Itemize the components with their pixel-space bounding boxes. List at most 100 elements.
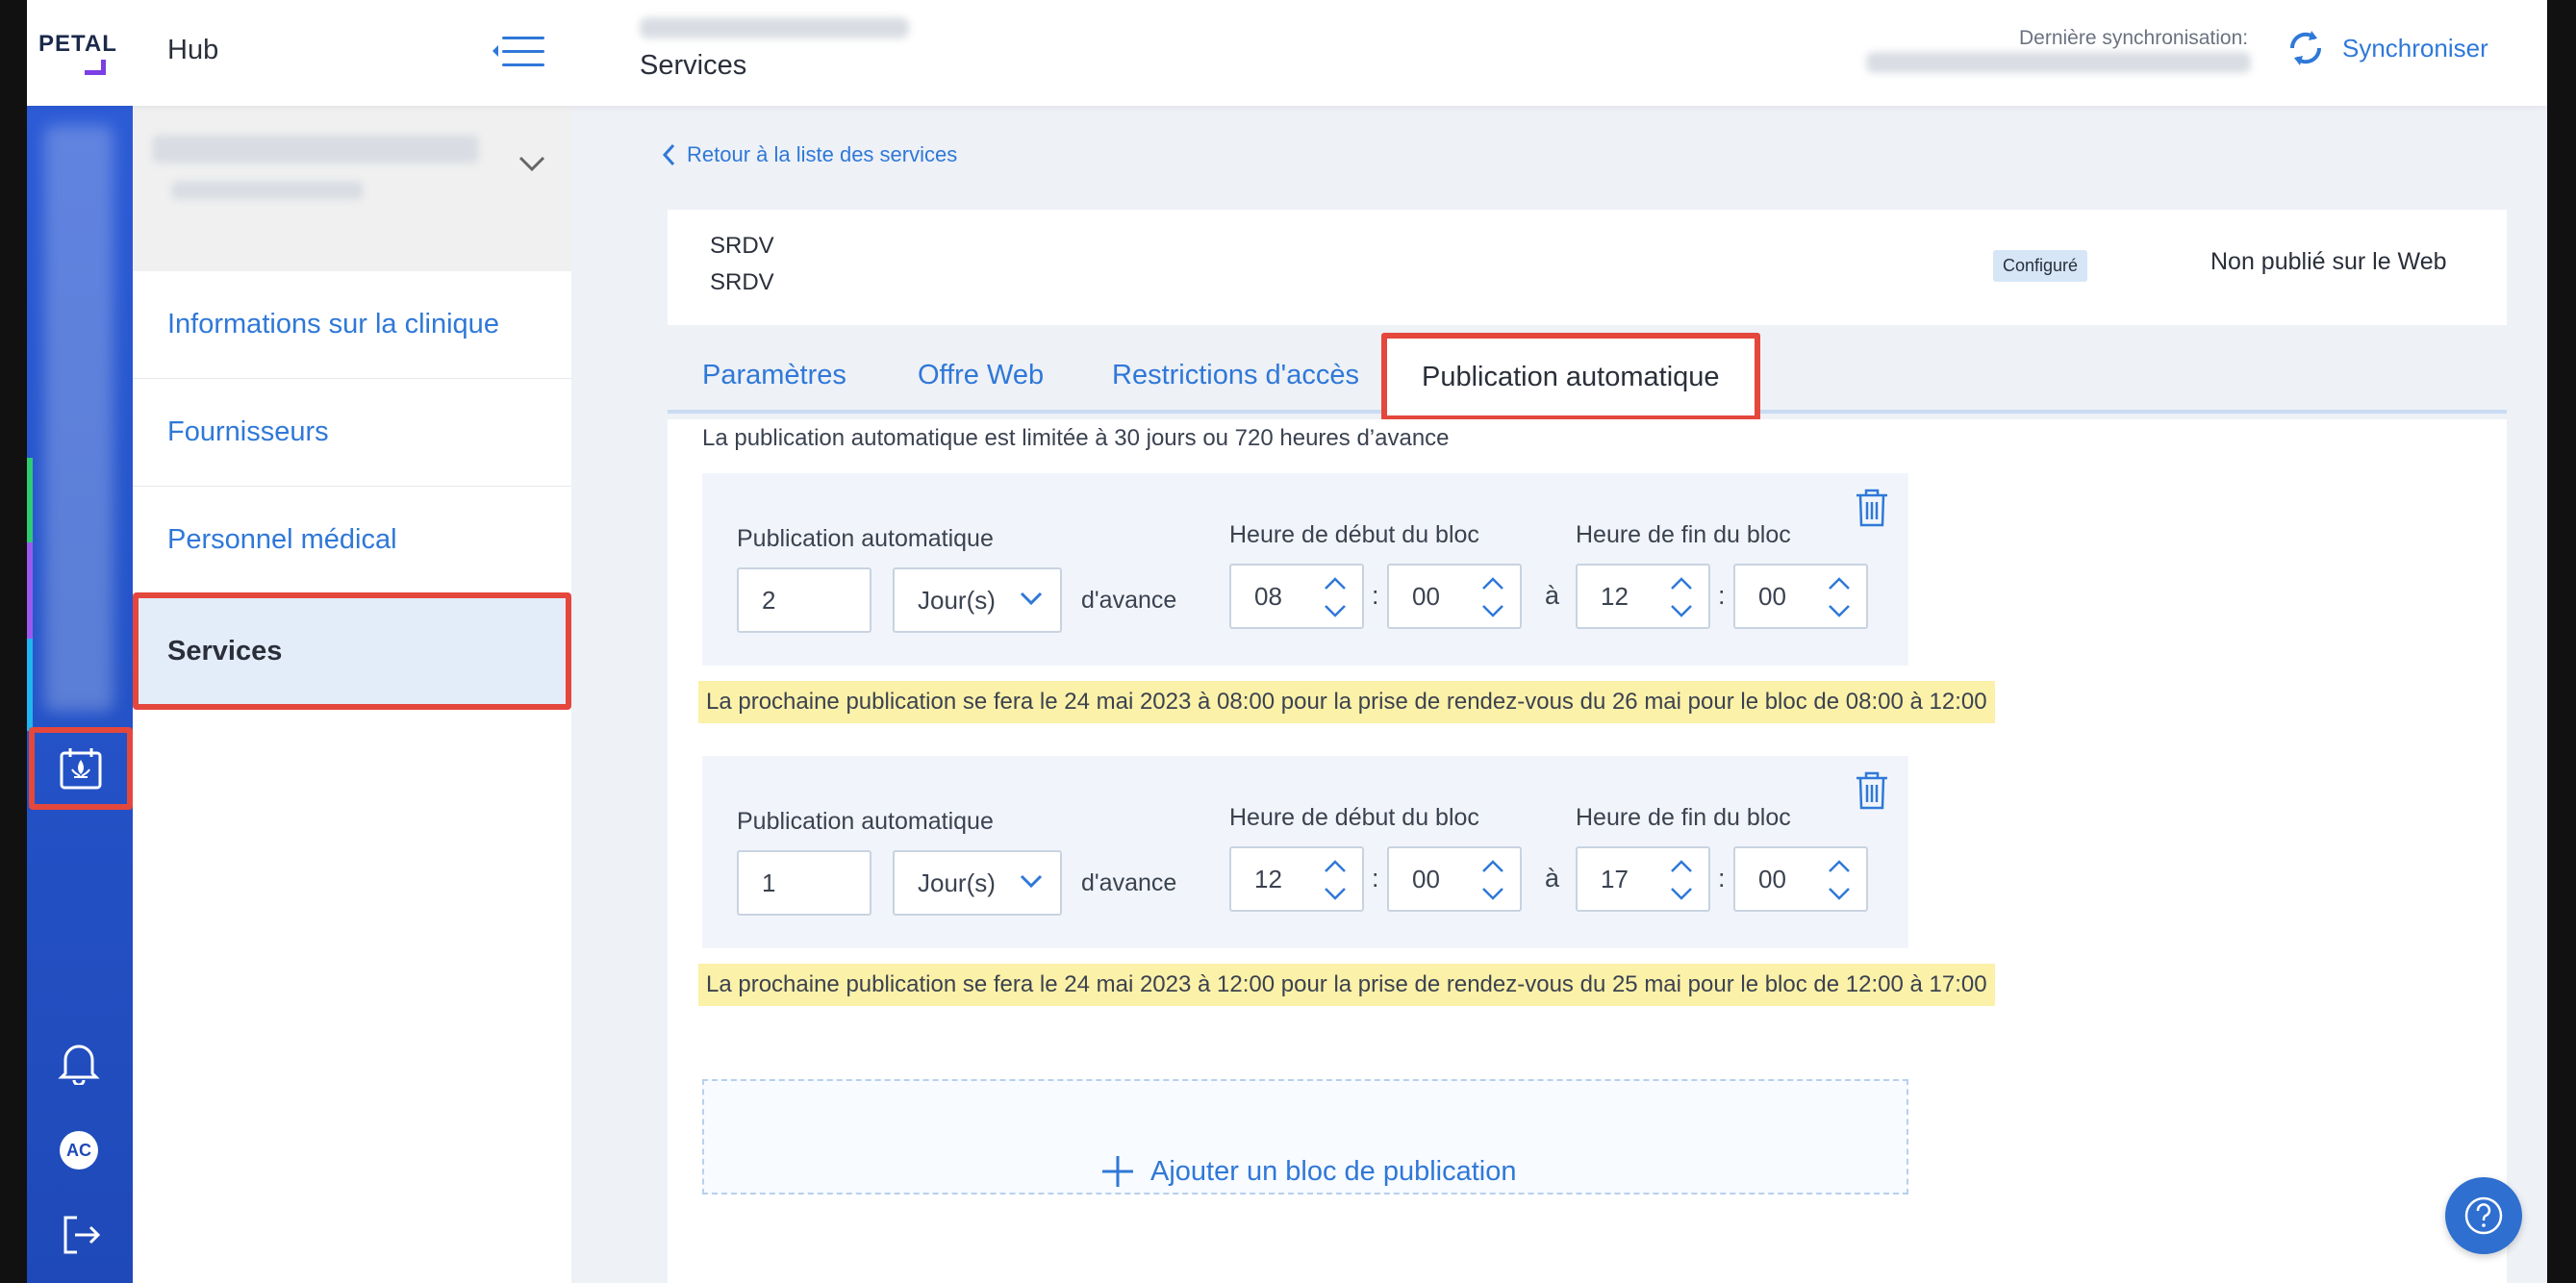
web-status: Non publié sur le Web — [2210, 248, 2447, 275]
petal-logo[interactable]: PETAL — [38, 31, 135, 79]
start-hour-input[interactable]: 08 — [1229, 564, 1364, 629]
start-minute-input[interactable]: 00 — [1387, 564, 1522, 629]
logo-mark-icon — [85, 60, 106, 75]
spinner-icon[interactable] — [1479, 573, 1506, 621]
sidebar-item-medical-staff[interactable]: Personnel médical — [133, 487, 571, 594]
tab-offre-web[interactable]: Offre Web — [918, 337, 1044, 414]
spinner-icon[interactable] — [1479, 856, 1506, 904]
to-label: à — [1545, 581, 1560, 610]
bell-icon[interactable] — [58, 1039, 100, 1090]
advance-input[interactable]: 1 — [737, 850, 871, 916]
chevron-down-icon — [1020, 874, 1043, 889]
end-minute-value: 00 — [1758, 581, 1786, 611]
main-content: Retour à la liste des services SRDV SRDV… — [571, 106, 2547, 1283]
sync-time-blurred — [1866, 52, 2251, 73]
tab-bar: Paramètres Offre Web Restrictions d'accè… — [668, 333, 2507, 421]
back-link[interactable]: Retour à la liste des services — [662, 142, 957, 167]
help-button[interactable] — [2445, 1177, 2522, 1254]
end-label: Heure de fin du bloc — [1576, 521, 1791, 548]
hub-label: Hub — [167, 35, 219, 65]
help-icon — [2464, 1196, 2503, 1235]
rail-accent-purple — [27, 542, 33, 639]
time-colon: : — [1372, 581, 1379, 610]
start-minute-value: 00 — [1412, 581, 1440, 611]
spinner-icon[interactable] — [1322, 856, 1349, 904]
plus-icon — [1102, 1156, 1133, 1187]
calendar-fleur-icon — [60, 748, 102, 790]
service-card: SRDV SRDV Configuré Non publié sur le We… — [668, 210, 2507, 325]
unit-select[interactable]: Jour(s) — [893, 850, 1062, 916]
spinner-icon[interactable] — [1668, 573, 1695, 621]
advance-input[interactable]: 2 — [737, 567, 871, 633]
sync-label: Dernière synchronisation: — [2019, 27, 2249, 49]
start-label: Heure de début du bloc — [1229, 521, 1479, 548]
sidebar-item-services[interactable]: Services — [133, 592, 571, 710]
end-hour-value: 12 — [1601, 581, 1629, 611]
start-minute-value: 00 — [1412, 864, 1440, 893]
chevron-left-icon — [662, 143, 675, 166]
time-colon: : — [1372, 864, 1379, 893]
left-rail: AC — [27, 106, 133, 1283]
start-label: Heure de début du bloc — [1229, 804, 1479, 831]
limit-text: La publication automatique est limitée à… — [702, 425, 1450, 451]
calendar-nav-item[interactable] — [29, 727, 133, 810]
sync-button-label: Synchroniser — [2342, 33, 2488, 63]
next-publication-note: La prochaine publication se fera le 24 m… — [698, 964, 1995, 1006]
service-name: SRDV — [710, 269, 774, 295]
start-hour-value: 08 — [1254, 581, 1282, 611]
sidebar-item-clinic-info[interactable]: Informations sur la clinique — [133, 271, 571, 379]
clinic-selector[interactable] — [133, 106, 571, 271]
tab-parametres[interactable]: Paramètres — [702, 337, 846, 414]
start-hour-value: 12 — [1254, 864, 1282, 893]
publication-block: Publication automatique Heure de début d… — [702, 756, 1908, 948]
time-colon: : — [1718, 581, 1726, 610]
chevron-down-icon — [518, 156, 545, 172]
clinic-name-blurred — [640, 17, 909, 38]
add-block-button[interactable]: Ajouter un bloc de publication — [1100, 1154, 1516, 1189]
publication-block: Publication automatique Heure de début d… — [702, 473, 1908, 666]
start-hour-input[interactable]: 12 — [1229, 846, 1364, 912]
add-block-label: Ajouter un bloc de publication — [1150, 1155, 1517, 1187]
back-link-label: Retour à la liste des services — [687, 142, 958, 166]
logo-text: PETAL — [38, 31, 117, 57]
trash-icon[interactable] — [1855, 489, 1889, 527]
unit-select-value: Jour(s) — [918, 868, 996, 897]
logout-icon[interactable] — [60, 1214, 102, 1261]
rail-icons-blurred — [44, 125, 114, 712]
rail-accent-cyan — [27, 639, 33, 731]
clinic-selector-sub-blurred — [171, 181, 364, 200]
sidebar: Informations sur la clinique Fournisseur… — [133, 106, 571, 1283]
start-minute-input[interactable]: 00 — [1387, 846, 1522, 912]
end-hour-value: 17 — [1601, 864, 1629, 893]
auto-pub-label: Publication automatique — [737, 808, 994, 835]
sync-button[interactable]: Synchroniser — [2283, 25, 2488, 71]
advance-label: d'avance — [1081, 587, 1177, 614]
spinner-icon[interactable] — [1668, 856, 1695, 904]
clinic-selector-blurred — [152, 135, 479, 164]
publication-panel: La publication automatique est limitée à… — [668, 419, 2507, 1283]
tab-restrictions[interactable]: Restrictions d'accès — [1112, 337, 1359, 414]
add-block-area[interactable]: Ajouter un bloc de publication — [702, 1079, 1908, 1195]
end-hour-input[interactable]: 17 — [1576, 846, 1710, 912]
sync-icon — [2289, 31, 2322, 65]
spinner-icon[interactable] — [1826, 856, 1853, 904]
collapse-menu-icon[interactable] — [491, 35, 544, 69]
to-label: à — [1545, 864, 1560, 893]
end-hour-input[interactable]: 12 — [1576, 564, 1710, 629]
spinner-icon[interactable] — [1826, 573, 1853, 621]
rail-accent-green — [27, 458, 33, 542]
trash-icon[interactable] — [1855, 771, 1889, 810]
unit-select[interactable]: Jour(s) — [893, 567, 1062, 633]
tab-publication-automatique[interactable]: Publication automatique — [1381, 333, 1760, 421]
end-minute-input[interactable]: 00 — [1733, 564, 1868, 629]
service-code: SRDV — [710, 233, 774, 259]
advance-label: d'avance — [1081, 869, 1177, 896]
end-minute-value: 00 — [1758, 864, 1786, 893]
sidebar-item-suppliers[interactable]: Fournisseurs — [133, 379, 571, 487]
chevron-down-icon — [1020, 591, 1043, 606]
next-publication-note: La prochaine publication se fera le 24 m… — [698, 681, 1995, 723]
spinner-icon[interactable] — [1322, 573, 1349, 621]
end-label: Heure de fin du bloc — [1576, 804, 1791, 831]
avatar[interactable]: AC — [60, 1131, 98, 1170]
end-minute-input[interactable]: 00 — [1733, 846, 1868, 912]
